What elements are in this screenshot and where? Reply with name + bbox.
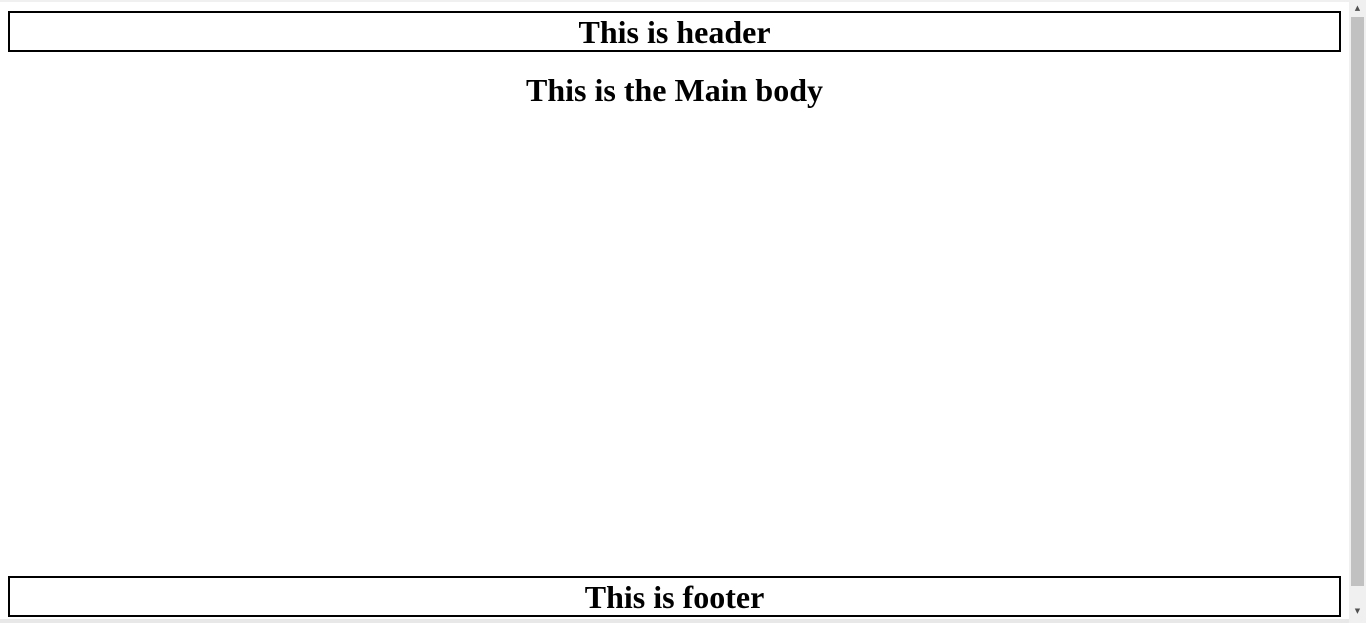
page: This is header This is the Main body Thi…	[0, 0, 1349, 623]
scroll-down-arrow-icon[interactable]: ▼	[1349, 603, 1366, 620]
top-edge	[0, 0, 1349, 2]
header-title: This is header	[578, 13, 771, 50]
bottom-edge	[0, 619, 1349, 623]
main-body-title: This is the Main body	[526, 72, 823, 108]
scroll-up-arrow-icon[interactable]: ▲	[1349, 0, 1366, 17]
footer-title: This is footer	[584, 578, 765, 615]
header-box: This is header	[8, 11, 1341, 52]
footer-box: This is footer	[8, 576, 1341, 617]
scroll-thumb[interactable]	[1351, 17, 1364, 586]
vertical-scrollbar[interactable]: ▲ ▼	[1349, 0, 1366, 623]
